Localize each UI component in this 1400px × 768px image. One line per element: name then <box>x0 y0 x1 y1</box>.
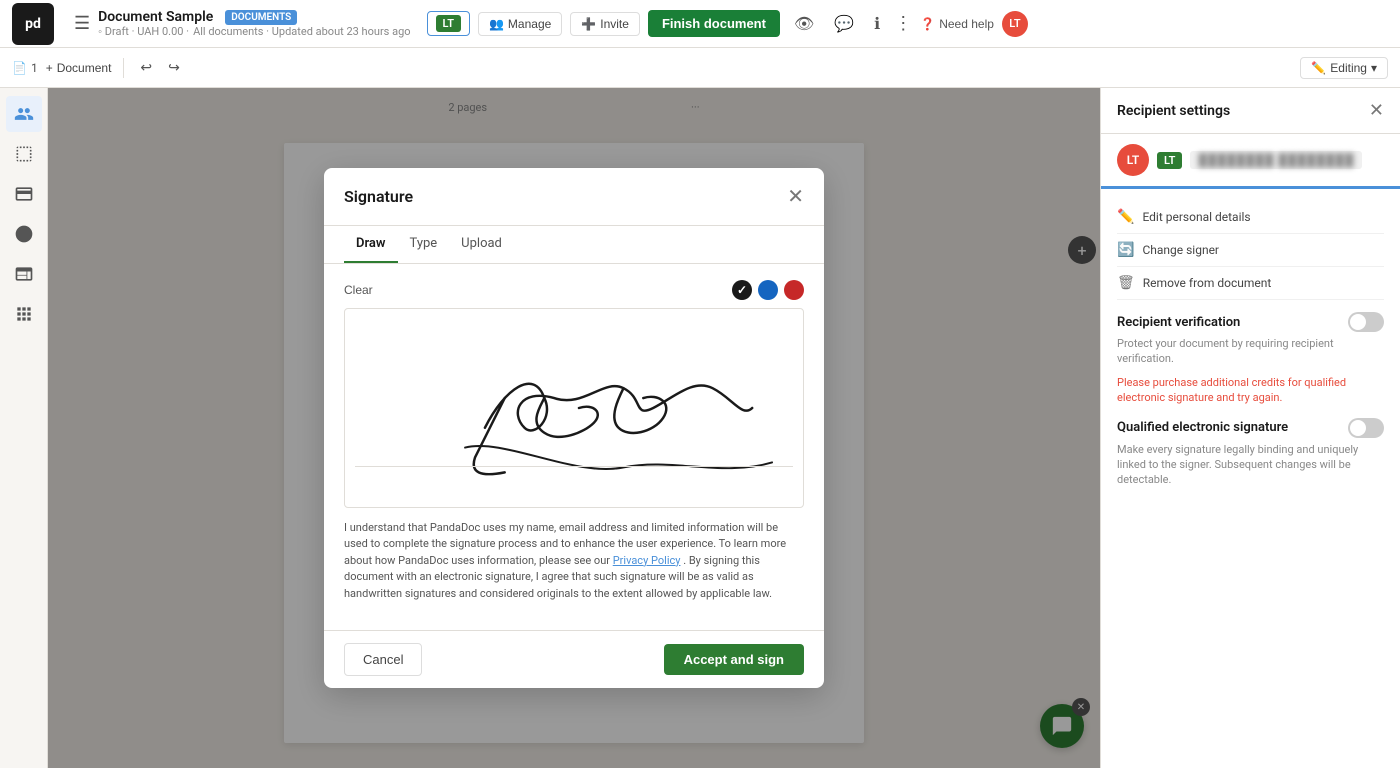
tab-type[interactable]: Type <box>398 226 450 263</box>
app-logo: pd <box>12 3 54 45</box>
canvas-toolbar: Clear <box>344 280 804 300</box>
signature-canvas[interactable] <box>344 308 804 508</box>
secondary-toolbar: 📄 1 + Document ↩ ↪ ✏️ Editing ▾ <box>0 48 1400 88</box>
panel-close-button[interactable]: ✕ <box>1369 100 1384 121</box>
variables-icon[interactable] <box>6 296 42 332</box>
doc-title: Document Sample <box>98 9 213 25</box>
need-help-button[interactable]: ❓ Need help <box>920 17 994 31</box>
more-options-button[interactable]: ⋮ <box>894 13 912 34</box>
lt-badge-panel: LT <box>1157 152 1182 169</box>
modal-overlay: Signature ✕ Draw Type Upload Clear <box>48 88 1100 768</box>
redo-button[interactable]: ↪ <box>164 57 184 78</box>
fields-icon[interactable] <box>6 136 42 172</box>
color-blue[interactable] <box>758 280 778 300</box>
editing-mode-button[interactable]: ✏️ Editing ▾ <box>1300 57 1388 79</box>
document-area: 2 pages ··· Urna Semper Instructor's Nam… <box>48 88 1100 768</box>
modal-header: Signature ✕ <box>324 168 824 226</box>
app-bar: pd ☰ Document Sample DOCUMENTS ◦ Draft ·… <box>0 0 1400 48</box>
finish-document-button[interactable]: Finish document <box>648 10 780 37</box>
modal-footer: Cancel Accept and sign <box>324 630 824 688</box>
qualified-desc: Make every signature legally binding and… <box>1117 442 1384 488</box>
qualified-section-label: Qualified electronic signature <box>1117 418 1384 438</box>
edit-personal-action[interactable]: ✏️ Edit personal details <box>1117 201 1384 234</box>
modal-body: Clear <box>324 264 824 631</box>
add-document-button[interactable]: + Document <box>46 61 112 75</box>
recipient-name-blurred: ████████ ████████ <box>1190 151 1362 169</box>
signature-baseline <box>355 466 793 467</box>
trash-icon: 🗑 <box>1117 275 1135 291</box>
info-icon[interactable]: ℹ <box>868 10 886 38</box>
panel-title: Recipient settings <box>1117 103 1230 119</box>
consent-text: I understand that PandaDoc uses my name,… <box>344 520 804 603</box>
remove-doc-action[interactable]: 🗑 Remove from document <box>1117 267 1384 300</box>
lt-indicator[interactable]: LT <box>427 11 470 36</box>
panel-header: Recipient settings ✕ <box>1101 88 1400 134</box>
color-red[interactable] <box>784 280 804 300</box>
recipients-icon[interactable] <box>6 96 42 132</box>
user-avatar[interactable]: LT <box>1002 11 1028 37</box>
recipient-row: LT LT ████████ ████████ <box>1101 134 1400 189</box>
undo-button[interactable]: ↩ <box>136 57 156 78</box>
doc-info: Document Sample DOCUMENTS ◦ Draft · UAH … <box>98 9 410 38</box>
change-signer-action[interactable]: 🔄 Change signer <box>1117 234 1384 267</box>
right-panel: Recipient settings ✕ LT LT ████████ ████… <box>1100 88 1400 768</box>
preview-icon[interactable]: 👁 <box>788 10 820 38</box>
cancel-button[interactable]: Cancel <box>344 643 422 676</box>
lt-badge: LT <box>436 15 461 32</box>
qualified-toggle[interactable] <box>1348 418 1384 438</box>
edit-icon: ✏️ <box>1117 209 1134 225</box>
accept-sign-button[interactable]: Accept and sign <box>664 644 804 675</box>
hamburger-button[interactable]: ☰ <box>66 9 98 38</box>
verification-toggle[interactable] <box>1348 312 1384 332</box>
comments-icon[interactable]: 💬 <box>828 10 860 38</box>
color-picker <box>732 280 804 300</box>
design-icon[interactable] <box>6 216 42 252</box>
manage-icon: 👥 <box>489 17 504 31</box>
doc-tag: DOCUMENTS <box>225 10 297 25</box>
privacy-policy-link[interactable]: Privacy Policy <box>613 554 681 567</box>
error-message: Please purchase additional credits for q… <box>1117 375 1384 406</box>
page-icon: 📄 <box>12 61 27 75</box>
toolbar-separator <box>123 58 124 78</box>
change-icon: 🔄 <box>1117 242 1134 258</box>
verification-desc: Protect your document by requiring recip… <box>1117 336 1384 367</box>
verification-section-label: Recipient verification <box>1117 312 1384 332</box>
help-icon: ❓ <box>920 17 935 31</box>
tab-upload[interactable]: Upload <box>449 226 514 263</box>
chevron-down-icon: ▾ <box>1371 61 1377 75</box>
integrations-icon[interactable] <box>6 256 42 292</box>
doc-meta: ◦ Draft · UAH 0.00 · All documents · Upd… <box>98 25 410 38</box>
payment-icon[interactable] <box>6 176 42 212</box>
main-content: 2 pages ··· Urna Semper Instructor's Nam… <box>0 88 1400 768</box>
panel-body: ✏️ Edit personal details 🔄 Change signer… <box>1101 189 1400 768</box>
plus-icon: + <box>46 61 53 75</box>
signature-modal: Signature ✕ Draw Type Upload Clear <box>324 168 824 689</box>
left-icon-bar <box>0 88 48 768</box>
recipient-avatar: LT <box>1117 144 1149 176</box>
pencil-icon: ✏️ <box>1311 61 1326 75</box>
tab-draw[interactable]: Draw <box>344 226 398 263</box>
color-black[interactable] <box>732 280 752 300</box>
signature-drawing <box>345 309 803 507</box>
invite-button[interactable]: ➕ Invite <box>570 12 640 36</box>
page-count: 📄 1 <box>12 61 38 75</box>
clear-button[interactable]: Clear <box>344 283 373 297</box>
modal-title: Signature <box>344 187 413 206</box>
manage-button[interactable]: 👥 Manage <box>478 12 562 36</box>
modal-tabs: Draw Type Upload <box>324 226 824 264</box>
modal-close-button[interactable]: ✕ <box>787 184 804 209</box>
invite-icon: ➕ <box>581 17 596 31</box>
app-bar-actions: LT 👥 Manage ➕ Invite Finish document 👁 💬… <box>427 10 1028 38</box>
